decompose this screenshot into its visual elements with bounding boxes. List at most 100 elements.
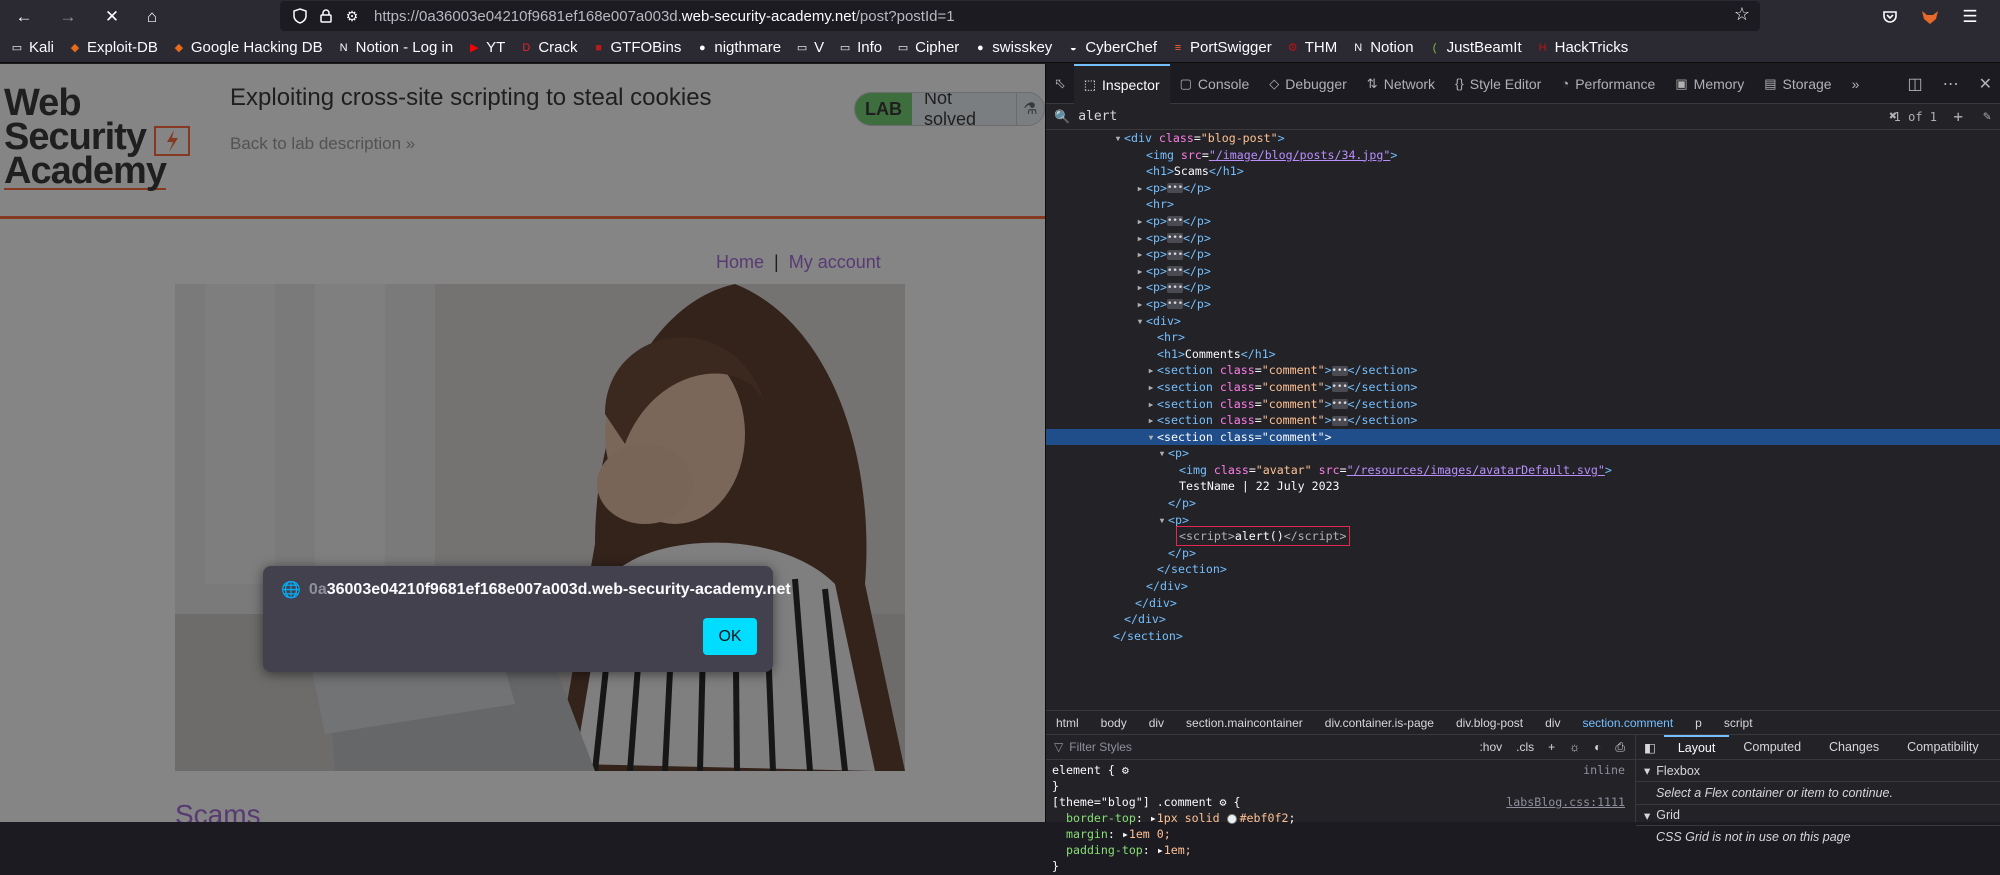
markup-node[interactable]: <img src="/image/blog/posts/34.jpg"> bbox=[1046, 147, 2000, 164]
bookmark-hacktricks[interactable]: H HackTricks bbox=[1536, 39, 1629, 56]
menu-hamburger-icon[interactable]: ☰ bbox=[1954, 1, 1986, 33]
bookmark-notion[interactable]: N Notion bbox=[1351, 39, 1413, 56]
gear-icon[interactable]: ⚙ bbox=[1122, 763, 1129, 777]
gear-icon[interactable]: ⚙ bbox=[1220, 795, 1227, 809]
html-search-input[interactable]: alert bbox=[1078, 109, 1117, 124]
tab-compatibility[interactable]: Compatibility bbox=[1893, 735, 1993, 760]
color-swatch[interactable] bbox=[1226, 813, 1237, 824]
collapsed-ellipsis-icon[interactable]: ••• bbox=[1166, 282, 1183, 293]
home-icon[interactable]: ⌂ bbox=[136, 1, 168, 33]
lock-icon[interactable] bbox=[314, 4, 338, 28]
bookmark-kali[interactable]: ▭ Kali bbox=[10, 39, 54, 56]
css-declaration[interactable]: padding-top: ▸1em; bbox=[1046, 843, 1635, 859]
tab-computed[interactable]: Computed bbox=[1729, 735, 1815, 760]
twisty-closed-icon[interactable]: ▸ bbox=[1134, 263, 1146, 280]
breadcrumb-item[interactable]: div bbox=[1545, 716, 1570, 730]
forward-arrow-icon[interactable]: → bbox=[52, 1, 84, 33]
expand-triangle-icon[interactable]: ▸ bbox=[1122, 827, 1129, 841]
markup-node[interactable]: <h1>Comments</h1> bbox=[1046, 346, 2000, 363]
tab-style-editor[interactable]: {} Style Editor bbox=[1445, 64, 1551, 104]
markup-node[interactable]: ▸ <p>•••</p> bbox=[1046, 246, 2000, 263]
collapsed-ellipsis-icon[interactable]: ••• bbox=[1166, 216, 1183, 227]
markup-node[interactable]: <hr> bbox=[1046, 329, 2000, 346]
twisty-closed-icon[interactable]: ▸ bbox=[1134, 180, 1146, 197]
twisty-closed-icon[interactable]: ▸ bbox=[1145, 396, 1157, 413]
add-node-icon[interactable]: + bbox=[1953, 107, 1963, 126]
collapsed-ellipsis-icon[interactable]: ••• bbox=[1331, 415, 1348, 426]
markup-node[interactable]: ▸ <p>•••</p> bbox=[1046, 180, 2000, 197]
twisty-open-icon[interactable]: ▾ bbox=[1156, 512, 1168, 529]
alert-ok-button[interactable]: OK bbox=[703, 618, 757, 655]
cls-toggle[interactable]: .cls bbox=[1516, 740, 1534, 755]
dock-side-icon[interactable]: ◫ bbox=[1907, 74, 1922, 94]
bookmark-gtfobins[interactable]: ■ GTFOBins bbox=[592, 39, 681, 56]
bookmark-swisskey[interactable]: ● swisskey bbox=[973, 39, 1052, 56]
bookmark-google-hacking-db[interactable]: ◆ Google Hacking DB bbox=[172, 39, 323, 56]
twisty-closed-icon[interactable]: ▸ bbox=[1134, 279, 1146, 296]
flexbox-section-header[interactable]: ▾ Flexbox bbox=[1636, 760, 2000, 782]
twisty-closed-icon[interactable]: ▸ bbox=[1134, 213, 1146, 230]
twisty-open-icon[interactable]: ▾ bbox=[1156, 445, 1168, 462]
bookmark-portswigger[interactable]: ≡ PortSwigger bbox=[1171, 39, 1272, 56]
bookmark-yt[interactable]: ▶ YT bbox=[467, 39, 505, 56]
markup-node[interactable]: <img class="avatar" src="/resources/imag… bbox=[1046, 462, 2000, 479]
back-arrow-icon[interactable]: ← bbox=[8, 1, 40, 33]
twisty-closed-icon[interactable]: ▸ bbox=[1145, 379, 1157, 396]
expand-triangle-icon[interactable]: ▸ bbox=[1150, 811, 1157, 825]
breadcrumb-item[interactable]: html bbox=[1056, 716, 1089, 730]
breadcrumb-item[interactable]: section.comment bbox=[1582, 716, 1683, 730]
collapsed-ellipsis-icon[interactable]: ••• bbox=[1166, 249, 1183, 260]
tab-network[interactable]: ⇅ Network bbox=[1357, 64, 1445, 104]
markup-node[interactable]: ▾ <div class="blog-post"> bbox=[1046, 130, 2000, 147]
breadcrumb-item[interactable]: script bbox=[1724, 716, 1763, 730]
bookmark-thm[interactable]: ⚙ THM bbox=[1286, 39, 1337, 56]
tab-inspector[interactable]: ⬚ Inspector bbox=[1073, 63, 1170, 104]
sidebar-toggle-icon[interactable]: ◧ bbox=[1636, 735, 1664, 760]
collapsed-ellipsis-icon[interactable]: ••• bbox=[1166, 299, 1183, 310]
site-permissions-icon[interactable]: ⚙ bbox=[340, 4, 364, 28]
bookmark-nigthmare[interactable]: ● nigthmare bbox=[695, 39, 781, 56]
stop-loading-icon[interactable]: ✕ bbox=[96, 1, 128, 33]
tab-performance[interactable]: ◔ Performance bbox=[1551, 64, 1665, 104]
css-declaration[interactable]: margin: ▸1em 0; bbox=[1046, 827, 1635, 843]
tab-storage[interactable]: ▤ Storage bbox=[1754, 64, 1841, 104]
collapsed-ellipsis-icon[interactable]: ••• bbox=[1166, 266, 1183, 277]
foxyproxy-icon[interactable] bbox=[1914, 1, 1946, 33]
markup-node[interactable]: </div> bbox=[1046, 595, 2000, 612]
markup-node[interactable]: ▾ <p> bbox=[1046, 512, 2000, 529]
expand-triangle-icon[interactable]: ▸ bbox=[1157, 843, 1164, 857]
markup-node[interactable]: ▸ <section class="comment">•••</section> bbox=[1046, 412, 2000, 429]
collapsed-ellipsis-icon[interactable]: ••• bbox=[1166, 233, 1183, 244]
markup-node[interactable]: TestName | 22 July 2023 bbox=[1046, 478, 2000, 495]
tab-console[interactable]: ▢ Console bbox=[1170, 64, 1260, 104]
breadcrumb-item[interactable]: div bbox=[1149, 716, 1174, 730]
dark-theme-icon[interactable]: ◐ bbox=[1594, 740, 1601, 755]
more-tabs-icon[interactable]: » bbox=[1842, 64, 1870, 104]
markup-node[interactable]: </section> bbox=[1046, 628, 2000, 645]
markup-node[interactable]: </div> bbox=[1046, 578, 2000, 595]
bookmark-star-icon[interactable]: ☆ bbox=[1734, 4, 1750, 25]
shield-icon[interactable] bbox=[288, 4, 312, 28]
twisty-closed-icon[interactable]: ▸ bbox=[1145, 412, 1157, 429]
element-picker-icon[interactable]: ⬁ bbox=[1046, 64, 1074, 104]
eyedropper-icon[interactable]: ✎ bbox=[1983, 109, 1991, 124]
breadcrumb-item[interactable]: section.maincontainer bbox=[1186, 716, 1313, 730]
url-bar[interactable]: ⚙ https://0a36003e04210f9681ef168e007a00… bbox=[280, 1, 1760, 31]
print-media-icon[interactable]: ⎙ bbox=[1615, 740, 1625, 755]
markup-node[interactable]: <hr> bbox=[1046, 196, 2000, 213]
twisty-closed-icon[interactable]: ▸ bbox=[1134, 230, 1146, 247]
bookmark-cipher[interactable]: ▭ Cipher bbox=[896, 39, 959, 56]
markup-node[interactable]: ▾ <section class="comment"> bbox=[1046, 428, 2000, 446]
markup-node[interactable]: ▾ <p> bbox=[1046, 445, 2000, 462]
tab-layout[interactable]: Layout bbox=[1663, 734, 1730, 760]
bookmark-v[interactable]: ▭ V bbox=[795, 39, 824, 56]
bookmark-crack[interactable]: D Crack bbox=[519, 39, 577, 56]
css-declaration[interactable]: border-top: ▸1px solid #ebf0f2; bbox=[1046, 811, 1635, 827]
breadcrumb-item[interactable]: div.blog-post bbox=[1456, 716, 1533, 730]
search-match-highlight[interactable]: <script>alert()</script> bbox=[1176, 526, 1350, 547]
collapsed-ellipsis-icon[interactable]: ••• bbox=[1166, 183, 1183, 194]
twisty-closed-icon[interactable]: ▸ bbox=[1134, 246, 1146, 263]
collapsed-ellipsis-icon[interactable]: ••• bbox=[1331, 382, 1348, 393]
markup-node[interactable]: ▸ <p>•••</p> bbox=[1046, 230, 2000, 247]
markup-node[interactable]: <h1>Scams</h1> bbox=[1046, 163, 2000, 180]
